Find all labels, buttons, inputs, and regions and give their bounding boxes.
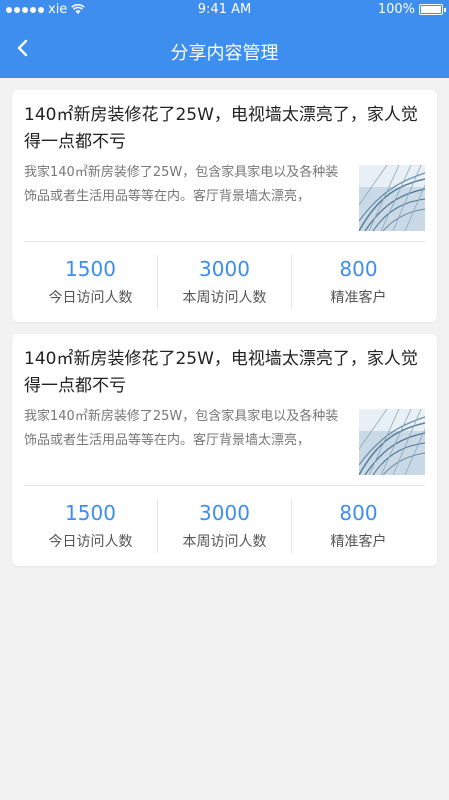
stat-today-visitors: 1500 今日访问人数 xyxy=(24,255,158,309)
content-list: 140㎡新房装修花了25W，电视墙太漂亮了，家人觉得一点都不亏 我家140㎡新房… xyxy=(0,78,449,566)
stat-precise-customers: 800 精准客户 xyxy=(292,255,425,309)
stat-label: 精准客户 xyxy=(330,290,387,306)
stat-value: 800 xyxy=(339,257,378,281)
stat-week-visitors: 3000 本周访问人数 xyxy=(158,499,292,553)
stat-today-visitors: 1500 今日访问人数 xyxy=(24,499,158,553)
stat-label: 精准客户 xyxy=(330,534,387,550)
card-description: 我家140㎡新房装修了25W，包含家具家电以及各种装饰品或者生活用品等等在内。客… xyxy=(24,165,339,204)
card-title: 140㎡新房装修花了25W，电视墙太漂亮了，家人觉得一点都不亏 xyxy=(24,105,418,152)
stat-label: 今日访问人数 xyxy=(48,534,133,550)
card-title: 140㎡新房装修花了25W，电视墙太漂亮了，家人觉得一点都不亏 xyxy=(24,349,418,396)
battery-icon xyxy=(419,4,446,15)
battery-area: 100% xyxy=(377,2,446,17)
stat-value: 3000 xyxy=(199,257,250,281)
card-thumbnail xyxy=(359,409,425,475)
stat-label: 本周访问人数 xyxy=(182,534,267,550)
nav-bar: 分享内容管理 xyxy=(0,20,449,78)
page-title: 分享内容管理 xyxy=(170,43,279,64)
stat-precise-customers: 800 精准客户 xyxy=(292,499,425,553)
stat-value: 800 xyxy=(339,501,378,525)
card-stats: 1500 今日访问人数 3000 本周访问人数 800 精准客户 xyxy=(24,242,425,322)
stat-value: 1500 xyxy=(65,501,116,525)
stat-label: 本周访问人数 xyxy=(182,290,267,306)
stat-week-visitors: 3000 本周访问人数 xyxy=(158,255,292,309)
card-thumbnail xyxy=(359,165,425,231)
share-content-card[interactable]: 140㎡新房装修花了25W，电视墙太漂亮了，家人觉得一点都不亏 我家140㎡新房… xyxy=(12,334,437,566)
card-body: 我家140㎡新房装修了25W，包含家具家电以及各种装饰品或者生活用品等等在内。客… xyxy=(24,405,425,475)
battery-percent: 100% xyxy=(377,2,415,17)
status-bar: xie 9:41 AM 100% xyxy=(0,0,449,20)
stat-value: 1500 xyxy=(65,257,116,281)
card-body: 我家140㎡新房装修了25W，包含家具家电以及各种装饰品或者生活用品等等在内。客… xyxy=(24,161,425,231)
card-description: 我家140㎡新房装修了25W，包含家具家电以及各种装饰品或者生活用品等等在内。客… xyxy=(24,409,339,448)
card-stats: 1500 今日访问人数 3000 本周访问人数 800 精准客户 xyxy=(24,486,425,566)
stat-label: 今日访问人数 xyxy=(48,290,133,306)
share-content-card[interactable]: 140㎡新房装修花了25W，电视墙太漂亮了，家人觉得一点都不亏 我家140㎡新房… xyxy=(12,90,437,322)
app-header: xie 9:41 AM 100% 分享内容管理 xyxy=(0,0,449,78)
stat-value: 3000 xyxy=(199,501,250,525)
